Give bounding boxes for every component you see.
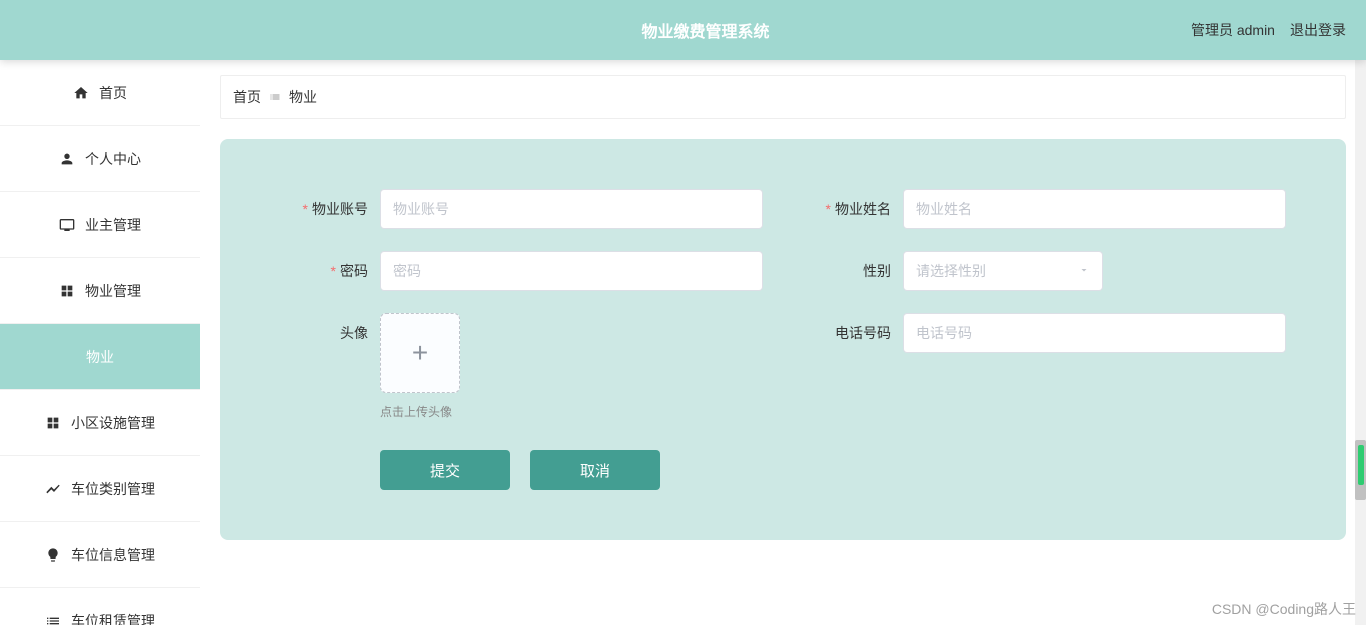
sidebar-item-owner[interactable]: 业主管理	[0, 192, 200, 258]
account-input[interactable]	[380, 189, 763, 229]
gender-select[interactable]: 请选择性别	[903, 251, 1103, 291]
app-title: 物业缴费管理系统	[641, 18, 769, 42]
avatar-hint: 点击上传头像	[380, 403, 763, 420]
field-avatar: 头像 + 点击上传头像	[280, 313, 763, 420]
header-user-area: 管理员 admin 退出登录	[1191, 20, 1346, 40]
sidebar-item-label: 车位信息管理	[71, 545, 155, 565]
sidebar-item-label: 业主管理	[85, 215, 141, 235]
home-icon	[73, 85, 89, 101]
cancel-button[interactable]: 取消	[530, 450, 660, 490]
password-label: *密码	[280, 251, 380, 281]
password-input[interactable]	[380, 251, 763, 291]
phone-input[interactable]	[903, 313, 1286, 353]
breadcrumb-sep-icon	[269, 91, 281, 103]
phone-label: 电话号码	[803, 313, 903, 343]
sidebar-item-home[interactable]: 首页	[0, 60, 200, 126]
form-card: *物业账号 *物业姓名 *密码 性别	[220, 139, 1346, 540]
field-gender: 性别 请选择性别	[803, 251, 1286, 291]
logout-link[interactable]: 退出登录	[1290, 20, 1346, 40]
bulb-icon	[45, 547, 61, 563]
list-icon	[45, 613, 61, 625]
chart-icon	[45, 481, 61, 497]
sidebar-item-label: 个人中心	[85, 149, 141, 169]
scrollbar-track[interactable]	[1355, 0, 1366, 625]
avatar-upload[interactable]: +	[380, 313, 460, 393]
monitor-icon	[59, 217, 75, 233]
submit-button[interactable]: 提交	[380, 450, 510, 490]
name-label: *物业姓名	[803, 189, 903, 219]
sidebar-item-label: 物业	[86, 347, 114, 367]
user-label[interactable]: 管理员 admin	[1191, 20, 1275, 40]
grid-icon	[45, 415, 61, 431]
field-password: *密码	[280, 251, 763, 291]
grid-icon	[59, 283, 75, 299]
breadcrumb-current: 物业	[289, 87, 317, 107]
sidebar-item-label: 小区设施管理	[71, 413, 155, 433]
plus-icon: +	[412, 337, 428, 369]
sidebar-item-label: 车位类别管理	[71, 479, 155, 499]
sidebar-item-label: 物业管理	[85, 281, 141, 301]
gender-label: 性别	[803, 251, 903, 281]
sidebar-item-parking-info[interactable]: 车位信息管理	[0, 522, 200, 588]
chevron-down-icon	[1078, 263, 1090, 279]
sidebar-item-property-mgmt[interactable]: 物业管理	[0, 258, 200, 324]
sidebar-item-label: 首页	[99, 83, 127, 103]
sidebar: 首页 个人中心 业主管理 物业管理 物业 小区设施管理 车位类别管理 车位信息管…	[0, 60, 200, 625]
form-actions: 提交 取消	[280, 450, 1286, 490]
field-account: *物业账号	[280, 189, 763, 229]
scroll-indicator	[1358, 445, 1364, 485]
sidebar-item-parking-lease[interactable]: 车位租赁管理	[0, 588, 200, 625]
field-phone: 电话号码	[803, 313, 1286, 420]
person-icon	[59, 151, 75, 167]
sidebar-item-profile[interactable]: 个人中心	[0, 126, 200, 192]
sidebar-item-property[interactable]: 物业	[0, 324, 200, 390]
breadcrumb: 首页 物业	[220, 75, 1346, 119]
name-input[interactable]	[903, 189, 1286, 229]
field-name: *物业姓名	[803, 189, 1286, 229]
sidebar-item-facility[interactable]: 小区设施管理	[0, 390, 200, 456]
app-header: 物业缴费管理系统 管理员 admin 退出登录	[0, 0, 1366, 60]
breadcrumb-home[interactable]: 首页	[233, 87, 261, 107]
main-content: 首页 物业 *物业账号 *物业姓名 *密码	[200, 60, 1366, 625]
account-label: *物业账号	[280, 189, 380, 219]
sidebar-item-label: 车位租赁管理	[71, 611, 155, 625]
avatar-label: 头像	[280, 313, 380, 343]
sidebar-item-parking-type[interactable]: 车位类别管理	[0, 456, 200, 522]
